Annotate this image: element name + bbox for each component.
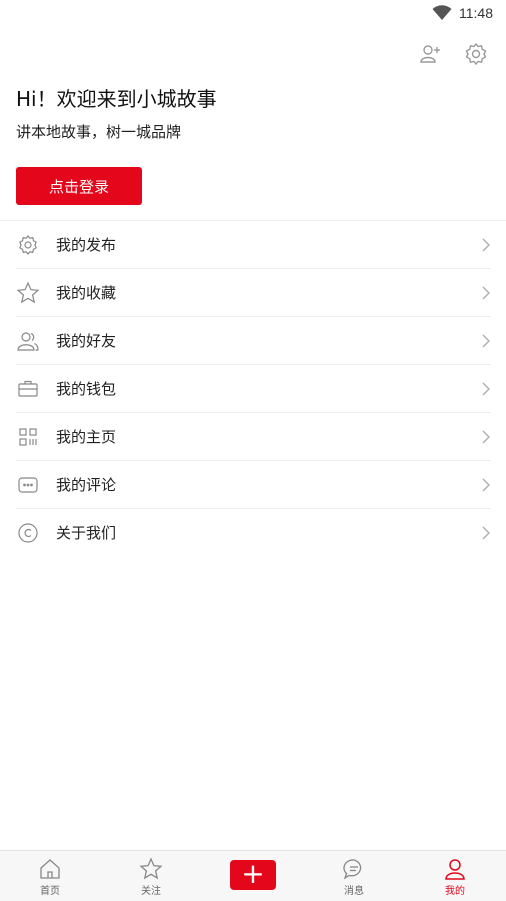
menu-item-wallet[interactable]: 我的钱包: [16, 365, 491, 413]
chevron-right-icon: [482, 526, 490, 539]
tab-label: 我的: [445, 886, 465, 897]
tab-label: 消息: [344, 886, 364, 897]
tab-home[interactable]: 首页: [20, 851, 80, 901]
menu-item-label: 我的评论: [56, 476, 117, 494]
tab-label: 首页: [40, 886, 60, 897]
menu-item-homepage[interactable]: 我的主页: [16, 413, 491, 461]
qr-grid-icon: [19, 427, 37, 446]
message-icon: [343, 859, 362, 880]
wallet-icon: [18, 380, 38, 397]
menu-item-comments[interactable]: 我的评论: [16, 461, 491, 509]
menu-item-label: 关于我们: [56, 524, 117, 542]
add-post-button[interactable]: +: [230, 860, 276, 890]
menu-item-publish[interactable]: 我的发布: [16, 221, 491, 269]
users-icon: [17, 331, 39, 351]
chevron-right-icon: [482, 382, 490, 395]
chevron-right-icon: [482, 478, 490, 491]
greeting-title: Hi！欢迎来到小城故事: [16, 87, 217, 111]
login-button[interactable]: 点击登录: [16, 167, 142, 205]
tab-label: 关注: [141, 886, 161, 897]
menu-item-label: 我的主页: [56, 428, 117, 446]
copyright-icon: [18, 522, 38, 543]
menu-item-label: 我的钱包: [56, 380, 117, 398]
menu-item-label: 我的收藏: [56, 284, 117, 302]
menu-item-label: 我的好友: [56, 332, 117, 350]
home-icon: [40, 859, 60, 879]
tab-mine[interactable]: 我的: [425, 851, 485, 901]
comment-icon: [18, 476, 38, 493]
star-icon: [139, 857, 163, 880]
tab-follow[interactable]: 关注: [121, 851, 181, 901]
bottom-tab-bar: 首页 关注 + 消息 我的: [0, 850, 506, 901]
star-icon: [16, 281, 40, 303]
user-icon: [445, 859, 465, 880]
menu-list: 我的发布 我的收藏 我的好友 我的钱包 我的主页 我的评论 关于我们: [16, 221, 491, 556]
chevron-right-icon: [482, 334, 490, 347]
slogan-text: 讲本地故事，树一城品牌: [16, 123, 182, 141]
chevron-right-icon: [482, 430, 490, 443]
status-bar: 11:48: [0, 0, 506, 26]
add-friend-icon[interactable]: [418, 42, 442, 66]
tab-messages[interactable]: 消息: [324, 851, 384, 901]
header-actions: [418, 42, 488, 66]
menu-item-about[interactable]: 关于我们: [16, 509, 491, 556]
menu-item-friends[interactable]: 我的好友: [16, 317, 491, 365]
menu-item-favorites[interactable]: 我的收藏: [16, 269, 491, 317]
gear-icon: [19, 234, 37, 255]
chevron-right-icon: [482, 286, 490, 299]
wifi-icon: [432, 5, 452, 20]
chevron-right-icon: [482, 238, 490, 251]
status-time: 11:48: [459, 5, 493, 21]
plus-icon: +: [241, 857, 265, 890]
settings-icon[interactable]: [464, 42, 488, 66]
menu-item-label: 我的发布: [56, 236, 117, 254]
